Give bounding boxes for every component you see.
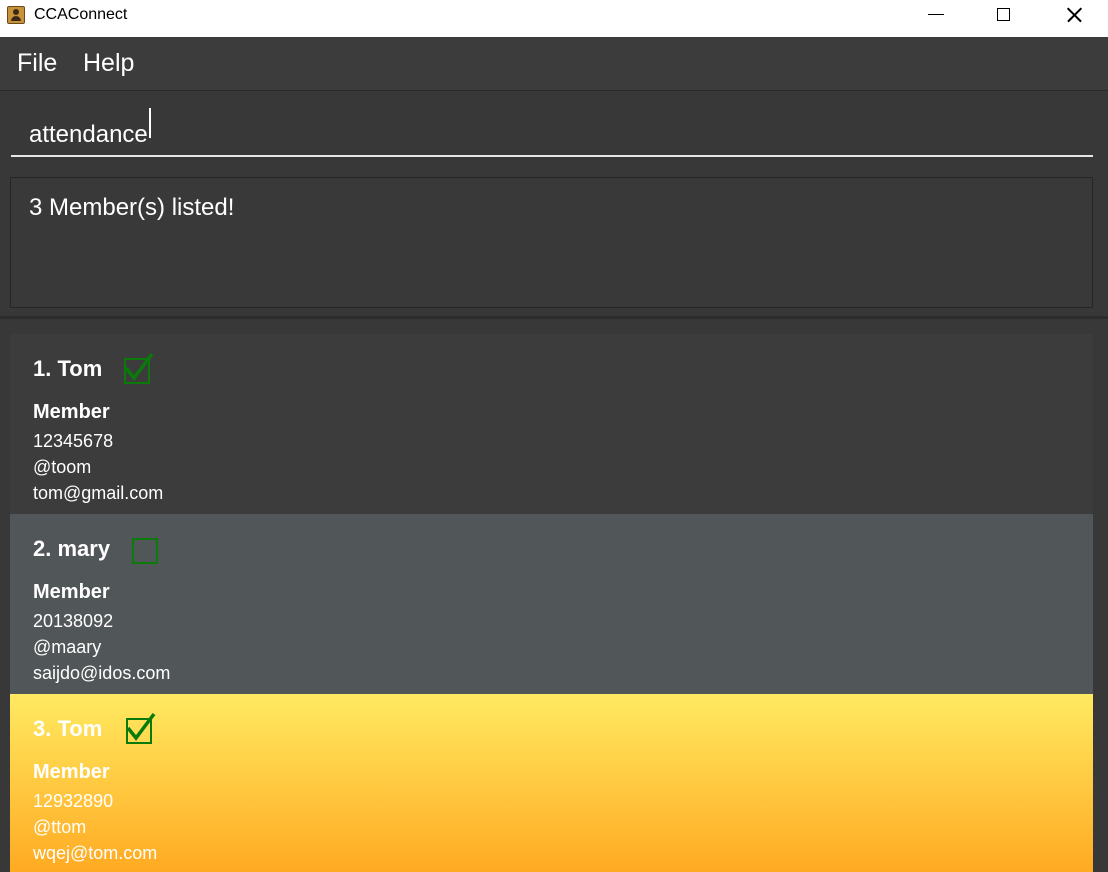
member-role: Member [33, 761, 110, 783]
divider [0, 316, 1108, 319]
app-icon [7, 6, 25, 24]
member-name: 1. Tom [33, 356, 103, 381]
member-telegram: @toom [33, 457, 92, 477]
member-role: Member [33, 401, 110, 423]
attendance-checkbox [126, 712, 156, 744]
close-icon[interactable] [1051, 0, 1097, 30]
member-phone: 20138092 [33, 611, 114, 631]
member-card[interactable]: 2. mary Member 20138092 @maary saijdo@id… [10, 514, 1093, 694]
member-role: Member [33, 581, 110, 603]
member-telegram: @ttom [33, 817, 87, 837]
title-bar: CCAConnect [0, 0, 1108, 37]
member-email: wqej@tom.com [33, 843, 158, 863]
maximize-icon[interactable] [981, 0, 1027, 30]
minimize-icon[interactable] [913, 0, 959, 30]
member-name: 2. mary [33, 536, 111, 561]
menu-bar: File Help [0, 37, 1108, 91]
member-email: saijdo@idos.com [33, 663, 171, 683]
result-message: 3 Member(s) listed! [29, 194, 235, 221]
attendance-checkbox [124, 352, 154, 384]
member-list[interactable]: 1. Tom Member 12345678 @toom tom@gmail.c… [10, 334, 1093, 872]
menu-help[interactable]: Help [83, 49, 134, 77]
member-card[interactable]: 1. Tom Member 12345678 @toom tom@gmail.c… [10, 334, 1093, 514]
member-phone: 12345678 [33, 431, 114, 451]
window-title: CCAConnect [34, 6, 128, 23]
checkmark-icon [124, 352, 154, 381]
member-card-selected[interactable]: 3. Tom Member 12932890 @ttom wqej@tom.co… [10, 694, 1093, 872]
result-display[interactable]: 3 Member(s) listed! [10, 177, 1093, 308]
member-phone: 12932890 [33, 791, 114, 811]
member-name: 3. Tom [33, 716, 103, 741]
menu-file[interactable]: File [17, 49, 57, 77]
text-caret [149, 108, 151, 138]
member-telegram: @maary [33, 637, 102, 657]
command-input[interactable] [11, 109, 1093, 157]
command-box [0, 91, 1108, 168]
attendance-checkbox [132, 538, 158, 564]
member-email: tom@gmail.com [33, 483, 164, 503]
checkmark-icon [126, 712, 156, 741]
app-window: CCAConnect File Help 3 Member(s) listed!… [0, 0, 1108, 872]
